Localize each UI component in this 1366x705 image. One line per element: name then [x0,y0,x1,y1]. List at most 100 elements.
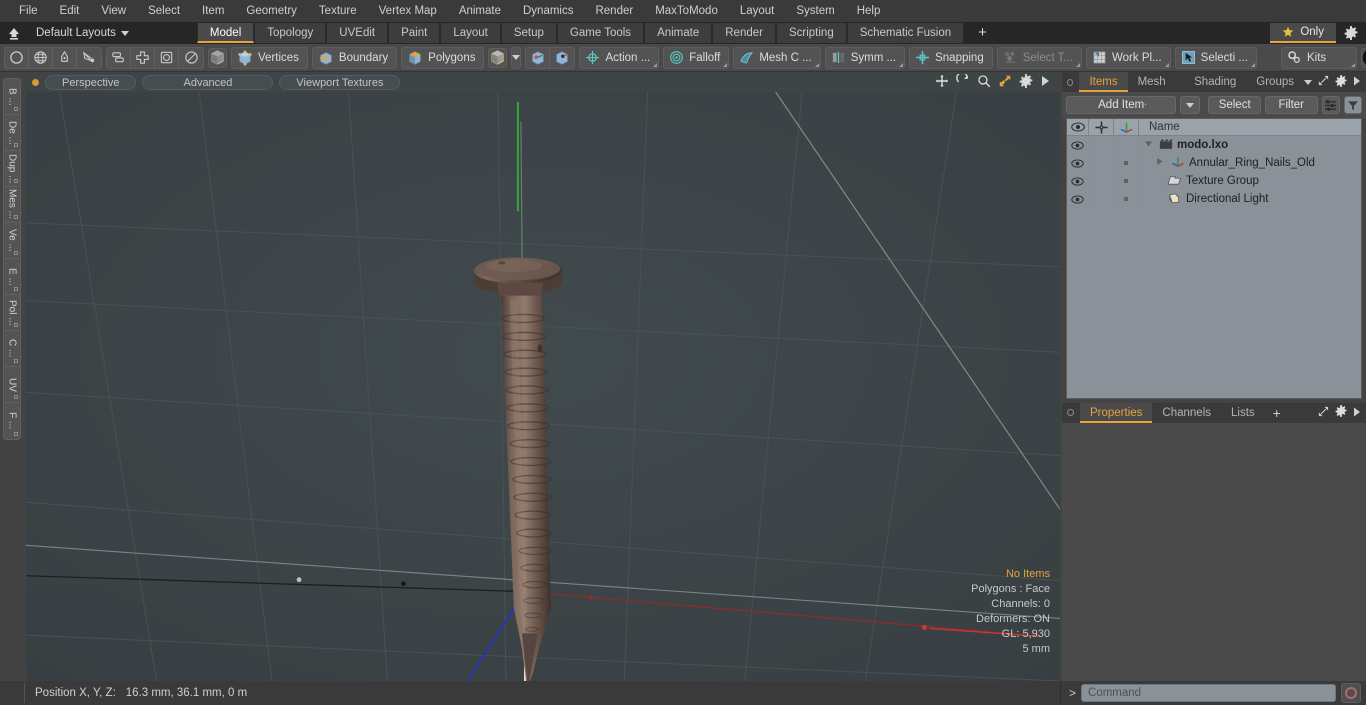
layout-tab-schematic-fusion[interactable]: Schematic Fusion [846,23,965,43]
row-lock-cell[interactable] [1089,172,1114,190]
vtab-polygon[interactable]: Pol ... [4,295,20,331]
expand-icon[interactable] [1318,406,1329,420]
table-row[interactable]: Texture Group [1067,172,1361,190]
menu-item-geometry[interactable]: Geometry [235,0,308,22]
curve-icon[interactable] [77,48,101,68]
circle-icon[interactable] [5,47,29,68]
menu-item-file[interactable]: File [8,0,49,22]
panel-tab-items[interactable]: Items [1079,72,1128,92]
expander-down-icon[interactable] [1141,139,1155,151]
table-row[interactable]: modo.lxo [1067,136,1361,154]
funnel-icon[interactable] [1343,96,1363,114]
list-options-icon[interactable] [1321,96,1340,114]
viewport-shading-selector[interactable]: Advanced [142,74,274,90]
zoom-icon[interactable] [977,74,991,91]
expander-right-icon[interactable] [1153,157,1167,169]
expand-icon[interactable] [1318,75,1329,89]
menu-item-view[interactable]: View [90,0,137,22]
layout-tab-paint[interactable]: Paint [388,23,441,43]
vtab-curve[interactable]: C ... [4,331,20,367]
vtab-mesh-edit[interactable]: Mes ... [4,187,20,223]
row-axis-cell[interactable] [1114,154,1139,172]
play-arrow-icon[interactable] [1040,75,1050,90]
row-lock-cell[interactable] [1089,136,1114,154]
row-axis-cell[interactable] [1114,172,1139,190]
selection-mode-vertices[interactable]: Vertices [231,46,308,69]
item-tree-empty-space[interactable] [1067,208,1361,398]
menu-item-vertex-map[interactable]: Vertex Map [368,0,448,22]
menu-item-item[interactable]: Item [191,0,235,22]
menu-item-animate[interactable]: Animate [448,0,512,22]
add-item-dropdown[interactable] [1180,96,1201,114]
modo-badge-icon[interactable] [1361,47,1366,68]
menu-item-dynamics[interactable]: Dynamics [512,0,584,22]
row-lock-cell[interactable] [1089,154,1114,172]
item-tree-row-mesh[interactable]: Annular_Ring_Nails_Old [1139,155,1361,171]
row-visibility-toggle[interactable] [1067,154,1089,172]
vtab-fusion[interactable]: F ... [4,403,20,439]
panel-tab-shading[interactable]: Shading [1184,72,1246,92]
pivot-local-icon[interactable] [550,48,574,68]
item-tree-row-directional-light[interactable]: Directional Light [1139,192,1361,207]
vtab-basic[interactable]: B ... [4,79,20,115]
pen-icon[interactable] [53,47,77,68]
layout-tab-animate[interactable]: Animate [644,23,713,43]
layout-tab-setup[interactable]: Setup [500,23,557,43]
layout-tab-model[interactable]: Model [196,23,255,43]
table-row[interactable]: Annular_Ring_Nails_Old [1067,154,1361,172]
tool-select-through[interactable]: Select T... [996,46,1083,69]
gear-icon[interactable] [1336,22,1366,44]
panel-tab-lists[interactable]: Lists [1221,403,1265,423]
tool-action-center[interactable]: Action ... [579,46,660,69]
item-tree-row-texture-group[interactable]: Texture Group [1139,174,1361,189]
item-cube-icon[interactable] [488,47,508,68]
properties-panel-body[interactable] [1062,422,1366,681]
layout-tab-render[interactable]: Render [712,23,776,43]
vtab-vertex[interactable]: Ve ... [4,223,20,259]
menu-item-texture[interactable]: Texture [308,0,368,22]
menu-item-select[interactable]: Select [137,0,191,22]
item-tree[interactable]: Name modo.lxo Annular_Ring_Nails_Old Tex… [1066,118,1362,399]
panel-tab-groups[interactable]: Groups [1246,72,1304,92]
filter-button[interactable]: Filter [1264,96,1318,114]
fit-icon[interactable] [998,74,1012,91]
cross-icon[interactable] [131,47,155,68]
add-panel-tab-button[interactable]: + [1265,403,1289,423]
vtab-edge[interactable]: E ... [4,259,20,295]
selection-mode-boundary[interactable]: Boundary [311,46,398,69]
row-visibility-toggle[interactable] [1067,172,1089,190]
home-up-icon[interactable] [2,23,26,43]
viewport-textures-selector[interactable]: Viewport Textures [279,74,401,90]
row-visibility-toggle[interactable] [1067,190,1089,208]
tool-symmetry[interactable]: Symm ... [824,46,906,69]
only-toggle-button[interactable]: Only [1270,23,1336,43]
add-item-button[interactable]: Add Item [1066,96,1177,114]
move-icon[interactable] [935,74,949,91]
layout-tab-game-tools[interactable]: Game Tools [556,23,645,43]
tool-work-plane[interactable]: Work Pl... [1086,46,1171,69]
table-row[interactable]: Directional Light [1067,190,1361,208]
layout-selector[interactable]: Default Layouts [26,27,137,39]
row-axis-cell[interactable] [1114,136,1139,154]
panel-menu-dot-icon[interactable] [1067,78,1074,86]
record-ring-icon[interactable] [1341,683,1361,703]
stack-icon[interactable] [107,47,131,68]
gear-icon[interactable] [1019,73,1033,91]
layout-tab-layout[interactable]: Layout [440,23,501,43]
selection-mode-polygons[interactable]: Polygons [401,46,485,69]
gear-icon[interactable] [1335,74,1347,90]
row-lock-cell[interactable] [1089,190,1114,208]
tool-selection[interactable]: Selecti ... [1174,46,1257,69]
vtab-deform[interactable]: De ... [4,115,20,151]
item-mode-dropdown[interactable] [511,46,522,69]
viewport-menu-dot-icon[interactable] [32,78,39,86]
panel-tab-mesh[interactable]: Mesh ... [1128,72,1184,108]
tool-kits[interactable]: Kits [1280,46,1358,69]
chevron-down-icon[interactable] [1304,79,1312,85]
menu-item-render[interactable]: Render [584,0,644,22]
add-layout-tab-button[interactable]: + [964,23,1001,43]
panel-tab-channels[interactable]: Channels [1152,403,1221,423]
globe-icon[interactable] [29,47,53,68]
panel-tab-properties[interactable]: Properties [1080,402,1153,423]
gear-icon[interactable] [1335,405,1347,420]
